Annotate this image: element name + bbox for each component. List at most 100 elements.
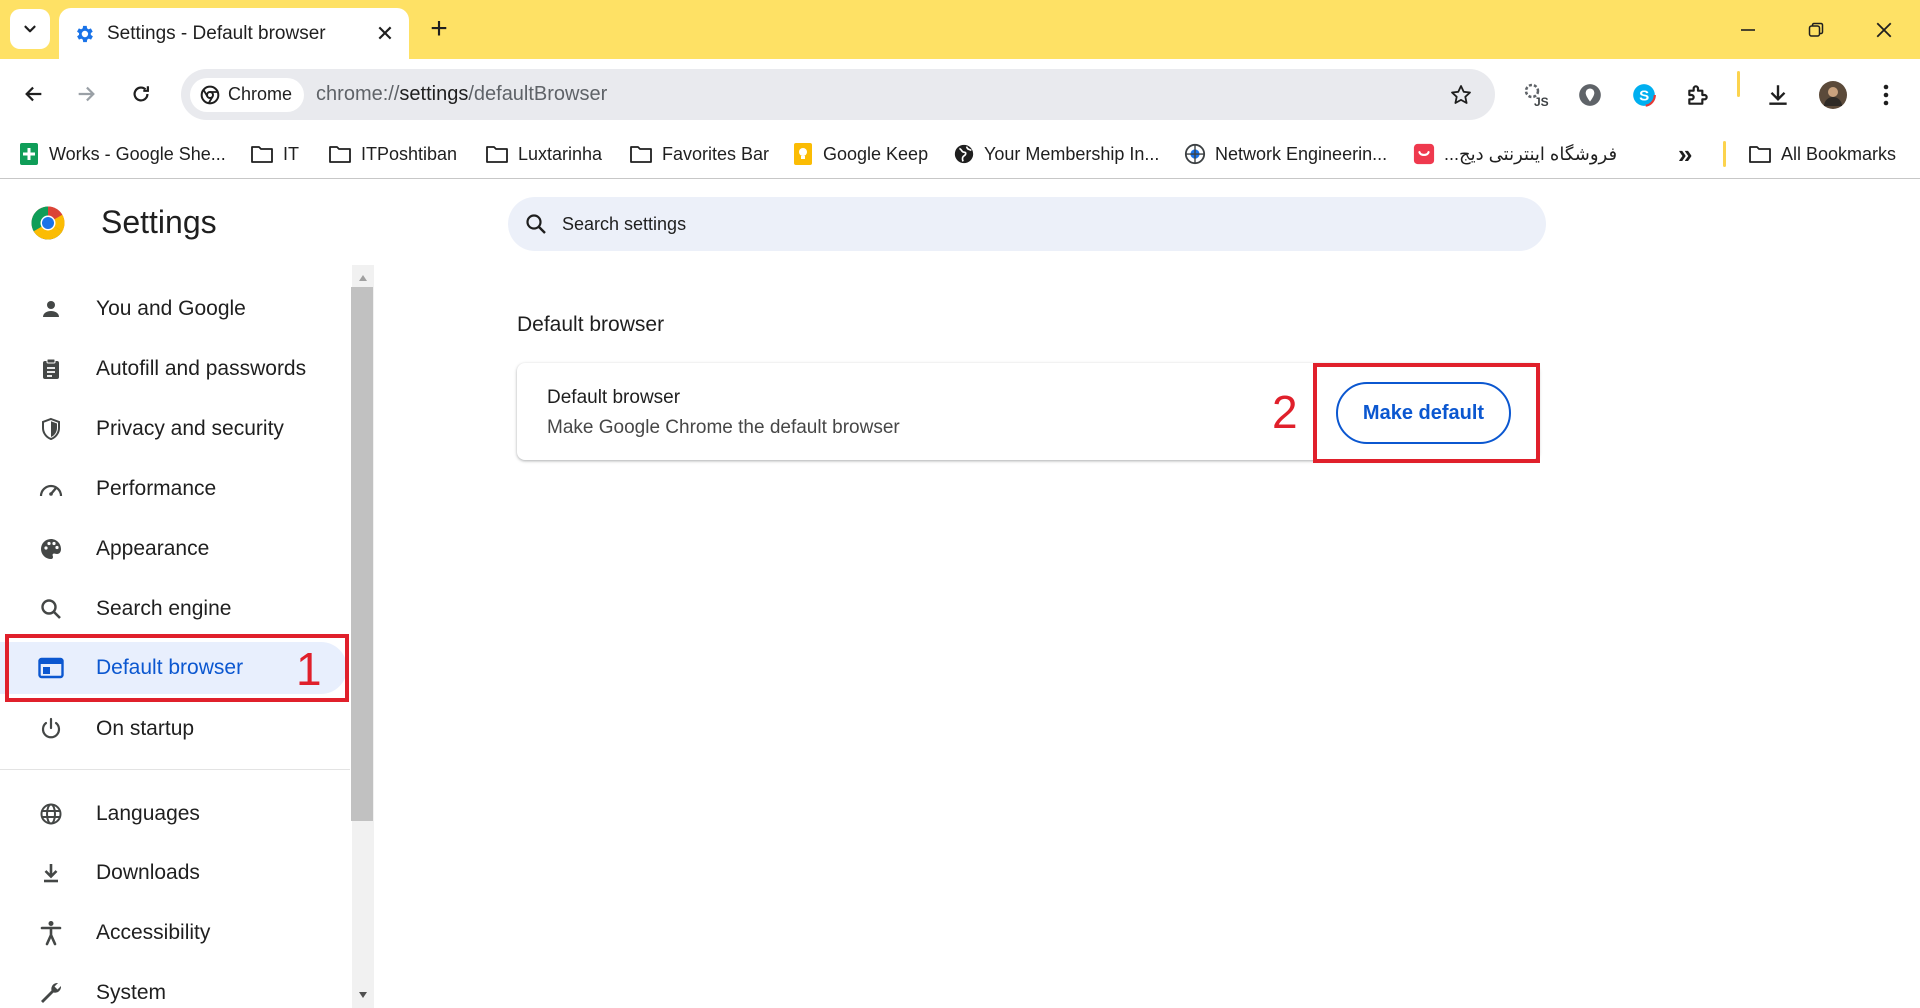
person-icon	[36, 294, 66, 324]
sidebar-item-accessibility[interactable]: Accessibility	[0, 907, 347, 959]
menu-button[interactable]	[1868, 77, 1904, 113]
sidebar-item-label: You and Google	[96, 297, 246, 320]
all-bookmarks-button[interactable]: All Bookmarks	[1748, 139, 1896, 169]
tab-search-button[interactable]	[10, 9, 50, 49]
kebab-menu-icon	[1883, 84, 1889, 106]
address-bar[interactable]: Chrome chrome://settings/defaultBrowser	[181, 69, 1495, 120]
sidebar-item-label: Accessibility	[96, 921, 211, 944]
folder-icon	[251, 146, 273, 163]
bookmark-label: Works - Google She...	[49, 143, 226, 164]
bookmark-works[interactable]: Works - Google She...	[18, 139, 226, 169]
wrench-icon	[36, 978, 66, 1008]
card-subtitle: Make Google Chrome the default browser	[547, 417, 900, 438]
search-placeholder: Search settings	[562, 213, 687, 234]
back-button[interactable]	[12, 72, 56, 116]
bookmark-label: ITPoshtiban	[361, 143, 458, 164]
new-tab-button[interactable]: +	[422, 12, 456, 46]
sidebar-item-label: Search engine	[96, 597, 232, 620]
bookmarks-overflow-button[interactable]: »	[1678, 139, 1692, 169]
search-icon	[36, 594, 66, 624]
bookmark-folder-favorites[interactable]: Favorites Bar	[629, 139, 769, 169]
search-settings-input[interactable]: Search settings	[508, 197, 1546, 251]
bookmark-folder-it[interactable]: IT	[250, 139, 299, 169]
network-icon	[1184, 143, 1206, 165]
bookmark-digikala[interactable]: فروشگاه اینترنتی دیج...	[1413, 139, 1617, 169]
sidebar-item-appearance[interactable]: Appearance	[0, 523, 347, 575]
reload-button[interactable]	[119, 72, 163, 116]
bookmark-label: IT	[283, 143, 299, 164]
profile-avatar[interactable]	[1815, 77, 1851, 113]
star-icon	[1451, 84, 1471, 104]
toolbar: Chrome chrome://settings/defaultBrowser …	[0, 59, 1920, 129]
scroll-up-arrow[interactable]	[352, 267, 374, 289]
sidebar-item-you-and-google[interactable]: You and Google	[0, 283, 347, 335]
digikala-icon	[1413, 143, 1435, 165]
bookmark-membership[interactable]: Your Membership In...	[953, 139, 1159, 169]
triangle-up-icon	[359, 275, 367, 281]
scroll-thumb[interactable]	[351, 287, 373, 821]
bookmark-folder-itposhtiban[interactable]: ITPoshtiban	[328, 139, 457, 169]
active-tab[interactable]: Settings - Default browser ✕	[59, 8, 409, 59]
make-default-button[interactable]: Make default	[1336, 382, 1511, 444]
sidebar-item-label: Privacy and security	[96, 417, 284, 440]
sidebar-item-languages[interactable]: Languages	[0, 788, 347, 840]
tab-close-icon[interactable]: ✕	[371, 20, 399, 48]
sidebar-item-performance[interactable]: Performance	[0, 463, 347, 515]
globe-icon	[36, 799, 66, 829]
location-pin-icon	[1579, 84, 1601, 106]
url-path: /defaultBrowser	[468, 83, 608, 105]
download-icon	[36, 858, 66, 888]
sidebar-item-label: Performance	[96, 477, 217, 500]
all-bookmarks-label: All Bookmarks	[1781, 143, 1897, 164]
toolbar-separator	[1737, 71, 1740, 97]
svg-text:JS: JS	[1534, 95, 1549, 109]
url-text[interactable]: chrome://settings/defaultBrowser	[316, 83, 1441, 106]
chevron-down-icon	[24, 25, 36, 33]
downloads-button[interactable]	[1760, 77, 1796, 113]
accessibility-icon	[36, 918, 66, 948]
card-title: Default browser	[547, 387, 681, 408]
sidebar-item-label: System	[96, 981, 167, 1004]
sidebar-item-autofill[interactable]: Autofill and passwords	[0, 343, 347, 395]
sidebar-item-on-startup[interactable]: On startup	[0, 703, 347, 755]
bookmark-label: Favorites Bar	[662, 143, 770, 164]
extensions-button[interactable]	[1680, 77, 1716, 113]
globe-icon	[954, 144, 974, 164]
sidebar-item-downloads[interactable]: Downloads	[0, 847, 347, 899]
bookmark-folder-luxtarinha[interactable]: Luxtarinha	[485, 139, 602, 169]
annotation-number-2: 2	[1272, 386, 1298, 438]
reload-icon	[133, 86, 149, 102]
scroll-down-arrow[interactable]	[352, 984, 374, 1006]
power-icon	[36, 714, 66, 744]
back-arrow-icon	[25, 86, 42, 102]
sidebar-divider	[0, 769, 350, 770]
sidebar-item-search-engine[interactable]: Search engine	[0, 583, 347, 635]
close-window-button[interactable]	[1850, 0, 1918, 59]
sidebar-item-privacy[interactable]: Privacy and security	[0, 403, 347, 455]
restore-button[interactable]	[1782, 0, 1850, 59]
chrome-logo-icon	[31, 206, 65, 239]
shield-icon	[36, 414, 66, 444]
skype-extension-button[interactable]: S	[1626, 77, 1662, 113]
js-extension-button[interactable]: JS	[1518, 77, 1554, 113]
sidebar-item-label: On startup	[96, 717, 195, 740]
bookmark-label: Your Membership In...	[984, 143, 1160, 164]
puzzle-icon	[1688, 85, 1708, 105]
forward-arrow-icon	[78, 86, 95, 102]
palette-icon	[36, 534, 66, 564]
bookmark-google-keep[interactable]: Google Keep	[792, 139, 928, 169]
site-info-chip[interactable]: Chrome	[190, 77, 305, 112]
bookmark-network-engineering[interactable]: Network Engineerin...	[1184, 139, 1387, 169]
clipboard-icon	[36, 354, 66, 384]
tab-strip: Settings - Default browser ✕ +	[0, 0, 1920, 59]
minimize-button[interactable]	[1714, 0, 1782, 59]
settings-header: Settings	[30, 204, 217, 241]
bookmark-star-button[interactable]	[1441, 75, 1481, 115]
bookmarks-bar: Works - Google She... IT ITPoshtiban Lux…	[0, 129, 1920, 179]
sidebar-item-system[interactable]: System	[0, 967, 347, 1008]
folder-icon	[630, 146, 652, 163]
section-heading: Default browser	[517, 313, 665, 336]
search-icon	[526, 214, 546, 234]
forward-button[interactable]	[64, 72, 108, 116]
vpn-extension-button[interactable]	[1572, 77, 1608, 113]
